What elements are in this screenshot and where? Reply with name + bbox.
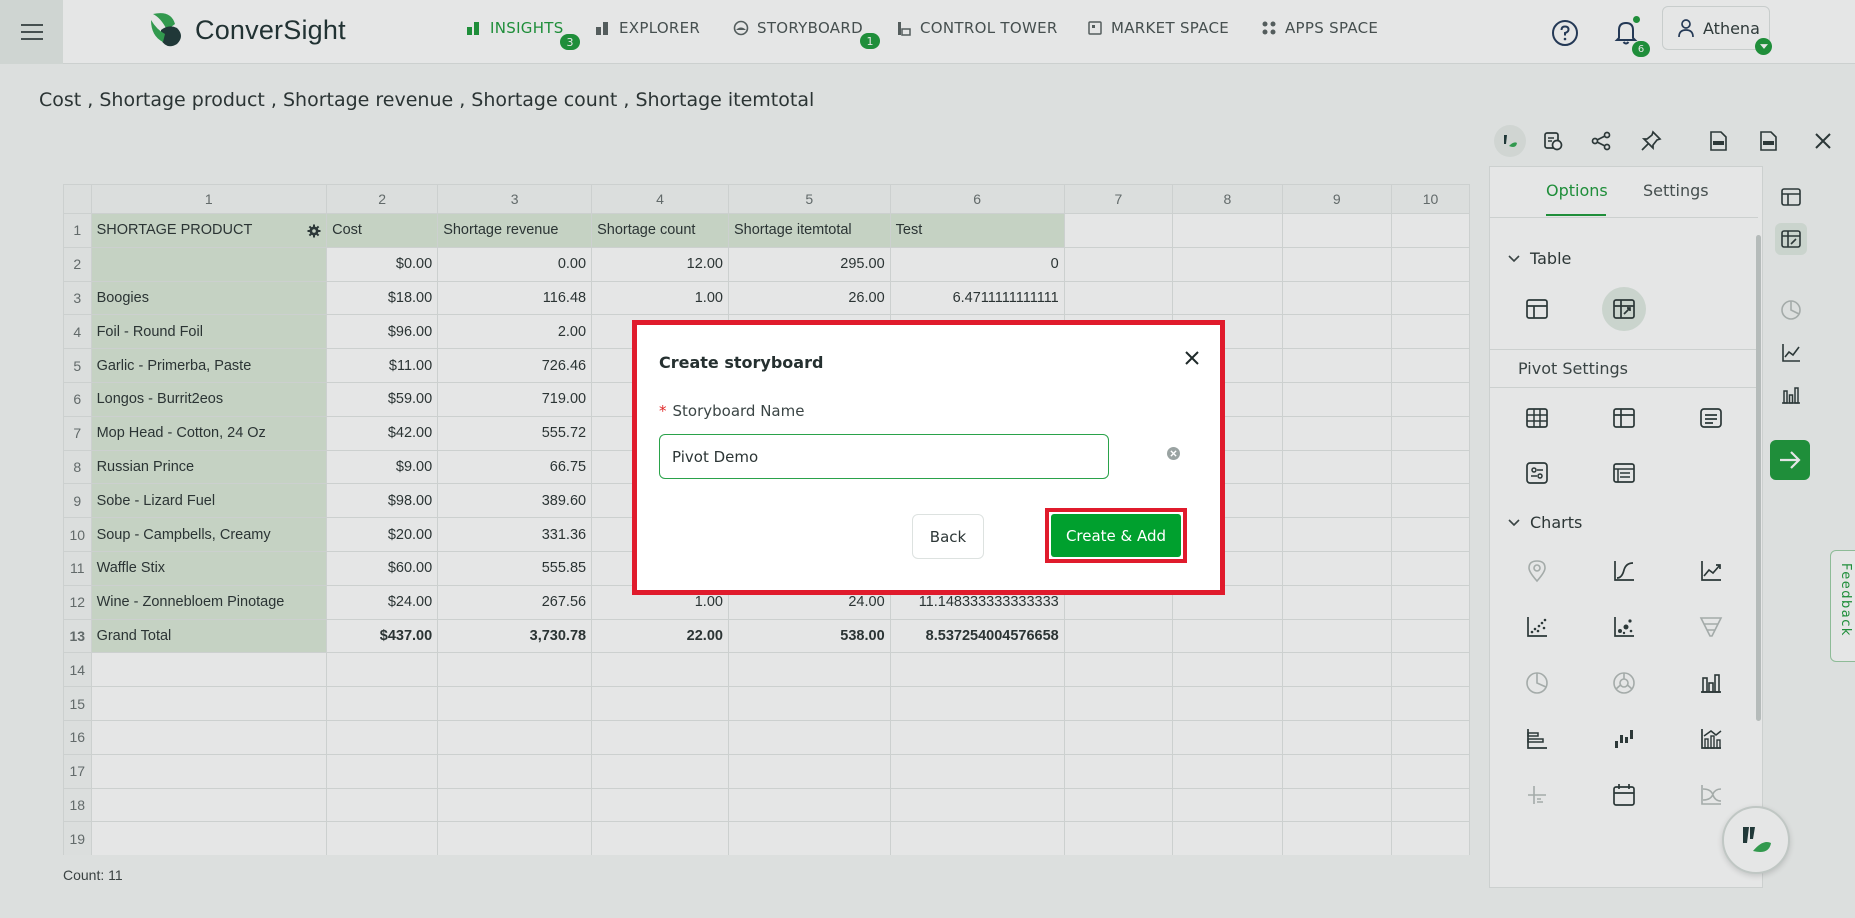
required-marker: * (659, 402, 667, 420)
clear-input-button[interactable] (1167, 447, 1180, 460)
dialog-title: Create storyboard (659, 353, 824, 372)
clear-x-icon (1170, 450, 1177, 457)
create-button-highlight: Create & Add (1045, 508, 1187, 563)
dialog-close-button[interactable] (1181, 347, 1203, 369)
back-button[interactable]: Back (912, 514, 984, 559)
storyboard-name-label: * Storyboard Name (659, 402, 804, 420)
create-and-add-button[interactable]: Create & Add (1051, 514, 1181, 557)
app-page: ConverSight INSIGHTS 3 EXPLORER STORYBOA… (0, 0, 1855, 918)
close-icon (1185, 351, 1199, 365)
field-label-text: Storyboard Name (672, 402, 805, 420)
storyboard-name-input[interactable] (659, 434, 1109, 479)
